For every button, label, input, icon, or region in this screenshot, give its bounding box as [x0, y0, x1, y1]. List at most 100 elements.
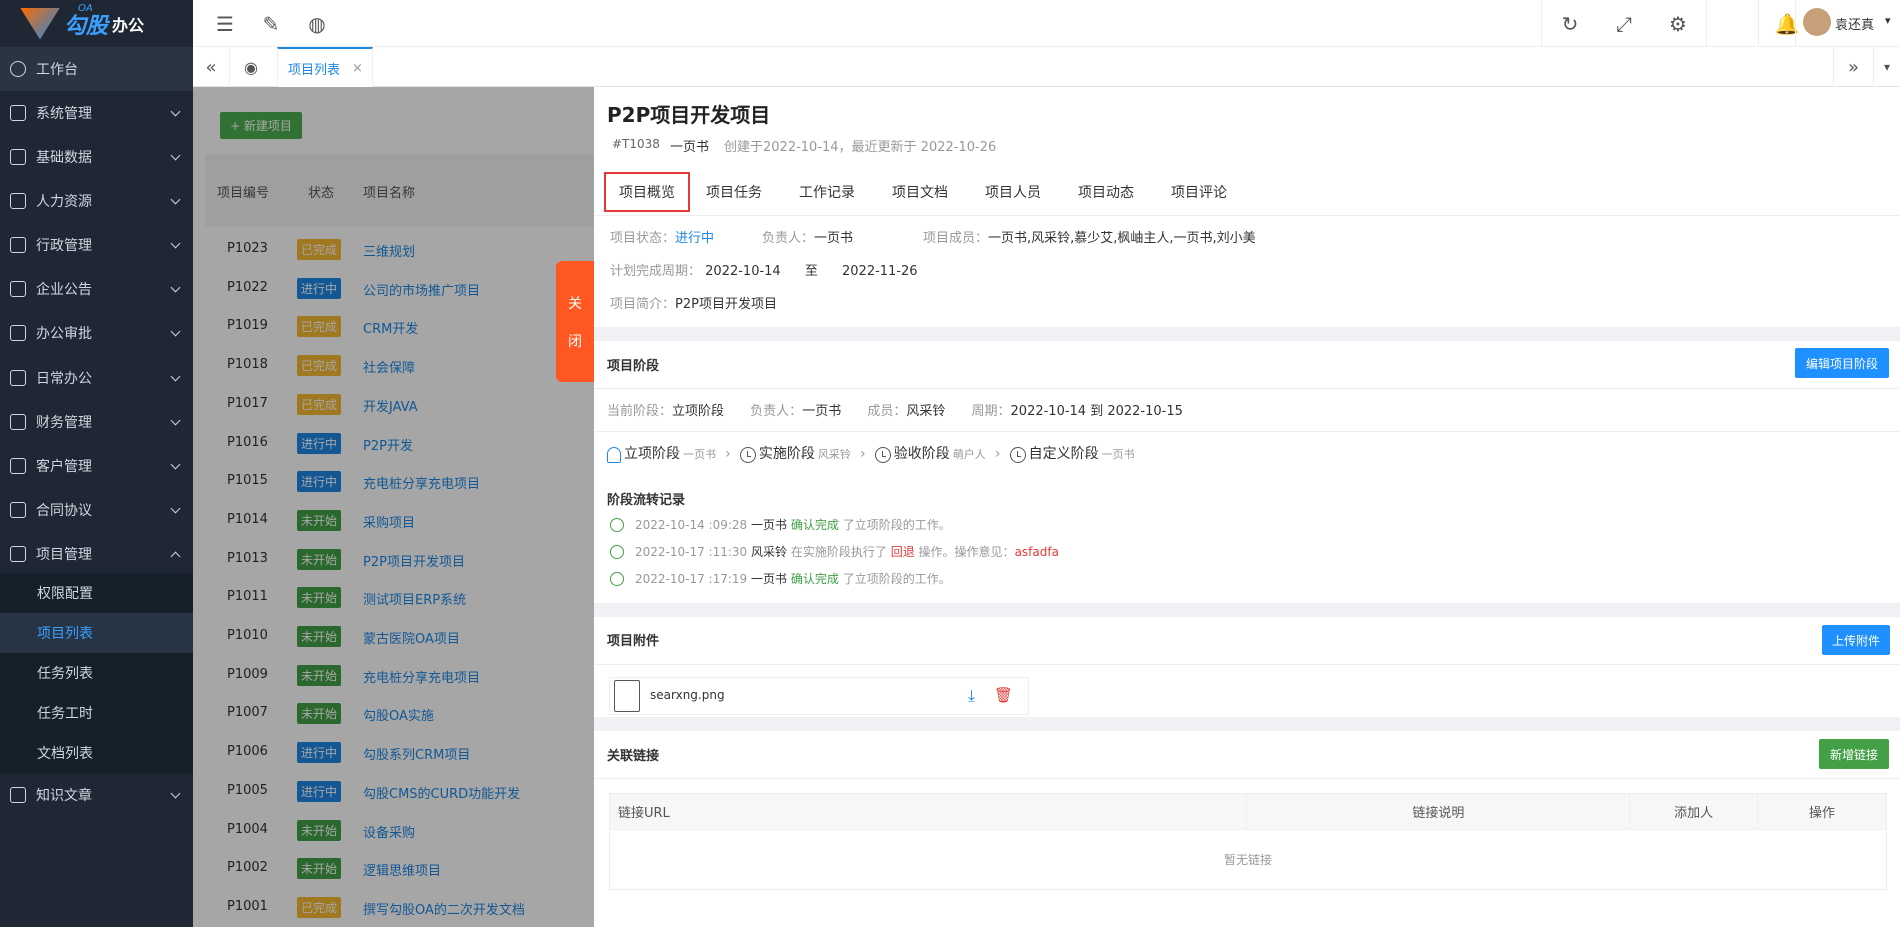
stage-step-name[interactable]: 自定义阶段: [1029, 446, 1099, 462]
sidebar-subitem[interactable]: 文档列表: [0, 733, 193, 773]
clock-icon: [739, 446, 756, 463]
menu-icon: [10, 370, 26, 386]
app-logo[interactable]: OA 勾股 办公: [0, 0, 193, 47]
home-icon[interactable]: ◉: [230, 47, 272, 87]
dashboard-icon: [10, 61, 26, 77]
sidebar-item[interactable]: 财务管理: [0, 400, 193, 444]
stage-step-name[interactable]: 实施阶段: [759, 446, 815, 462]
chevron-right-icon: ›: [994, 446, 1001, 462]
logo-mark-icon: [20, 7, 60, 40]
menu-icon: [10, 546, 26, 562]
tab-activity[interactable]: 项目动态: [1078, 172, 1134, 212]
globe-icon[interactable]: ◍: [299, 0, 335, 47]
edit-stage-button[interactable]: 编辑项目阶段: [1795, 348, 1889, 378]
chevron-down-icon: [170, 788, 181, 799]
close-drawer-button[interactable]: 关 闭: [556, 261, 594, 382]
chevron-down-icon: [170, 194, 181, 205]
avatar[interactable]: [1803, 8, 1831, 36]
flow-dot-icon: [610, 572, 624, 586]
menu-icon: [10, 193, 26, 209]
flow-dot-icon: [610, 518, 624, 532]
user-icon: [607, 446, 621, 463]
sidebar-subitem[interactable]: 任务列表: [0, 653, 193, 693]
file-icon: [614, 680, 640, 712]
menu-icon: [10, 414, 26, 430]
sidebar-item[interactable]: 日常办公: [0, 356, 193, 400]
sidebar-item[interactable]: 合同协议: [0, 488, 193, 532]
overview-leader-value: 一页书: [814, 231, 854, 246]
chevron-down-icon: [170, 503, 181, 514]
sidebar-item[interactable]: 办公审批: [0, 311, 193, 355]
chevron-down-icon: [170, 459, 181, 470]
user-name[interactable]: 袁还真: [1835, 14, 1874, 33]
menu-icon: [10, 458, 26, 474]
menu-toggle-icon[interactable]: ☰: [207, 0, 243, 47]
sidebar-subitem[interactable]: 任务工时: [0, 693, 193, 733]
tabs-menu-chevron-icon[interactable]: ▾: [1873, 47, 1900, 87]
overlay-mask[interactable]: [193, 87, 594, 927]
close-icon[interactable]: ×: [352, 61, 363, 76]
sidebar-item[interactable]: 企业公告: [0, 267, 193, 311]
sidebar-item-workbench[interactable]: 工作台: [0, 47, 193, 91]
sidebar: OA 勾股 办公 工作台 系统管理 基础数据人力资源行政管理 企业公告 办公审批日常办…: [0, 0, 193, 927]
sidebar-item-label: 工作台: [36, 62, 78, 78]
flow-dot-icon: [610, 545, 624, 559]
sidebar-subitem[interactable]: 权限配置: [0, 573, 193, 613]
settings-gear-icon[interactable]: ⚙: [1652, 0, 1704, 47]
tab-comments[interactable]: 项目评论: [1171, 172, 1227, 212]
links-header-desc: 链接说明: [1246, 793, 1631, 830]
chevron-down-icon: [170, 282, 181, 293]
sidebar-item[interactable]: 知识文章: [0, 773, 193, 817]
download-icon[interactable]: ⤓: [968, 686, 975, 706]
sidebar-item[interactable]: 基础数据: [0, 135, 193, 179]
overview-status-row: 项目状态：进行中: [610, 231, 715, 246]
tab-documents[interactable]: 项目文档: [892, 172, 948, 212]
logo-suffix: 办公: [112, 15, 145, 35]
flow-title: 阶段流转记录: [607, 493, 686, 508]
tabs-scroll-left-icon[interactable]: «: [193, 47, 230, 87]
stage-steps: 立项阶段 一页书 › 实施阶段 风采铃 › 验收阶段 萌户人 › 自定义阶段 一页书: [607, 443, 1135, 463]
tab-members[interactable]: 项目人员: [985, 172, 1041, 212]
sidebar-item[interactable]: 人力资源: [0, 179, 193, 223]
project-tabs: 项目概览 项目任务 工作记录 项目文档 项目人员 项目动态 项目评论: [594, 170, 1900, 212]
overview-members-value: 一页书,风采铃,慕少艾,枫岫主人,一页书,刘小美: [988, 231, 1256, 246]
sidebar-item[interactable]: 行政管理: [0, 223, 193, 267]
sidebar-item-label: 日常办公: [36, 371, 92, 387]
stage-step-name[interactable]: 立项阶段: [624, 446, 680, 462]
clock-icon: [874, 446, 891, 463]
attachment-file-name[interactable]: searxng.png: [650, 688, 725, 702]
sidebar-item-label: 人力资源: [36, 194, 92, 210]
tab-project-list[interactable]: 项目列表 ×: [277, 47, 373, 87]
tab-worklog[interactable]: 工作记录: [799, 172, 855, 212]
sidebar-item[interactable]: 客户管理: [0, 444, 193, 488]
flow-record: 2022-10-17 :11:30 风采铃 在实施阶段执行了 回退 操作。操作意…: [635, 545, 1059, 559]
chevron-up-icon: [170, 551, 181, 562]
links-header-url: 链接URL: [608, 793, 1248, 830]
tab-bar: « ◉ 项目列表 × » ▾: [193, 47, 1900, 87]
chevron-right-icon: ›: [725, 446, 731, 462]
chevron-down-icon: [170, 238, 181, 249]
tab-tasks[interactable]: 项目任务: [706, 172, 762, 212]
refresh-icon[interactable]: ↻: [1544, 0, 1596, 47]
add-link-button[interactable]: 新增链接: [1819, 739, 1889, 769]
tab-overview[interactable]: 项目概览: [604, 172, 690, 212]
stage-title: 项目阶段: [607, 359, 660, 374]
project-detail-drawer: P2P项目开发项目 #T1038 一页书 创建于2022-10-14，最近更新于…: [594, 87, 1900, 927]
stage-step-name[interactable]: 验收阶段: [894, 446, 950, 462]
tabs-scroll-right-icon[interactable]: »: [1833, 47, 1873, 87]
chevron-down-icon[interactable]: ▾: [1885, 14, 1891, 27]
sidebar-subitem[interactable]: 项目列表: [0, 613, 193, 653]
attachments-title: 项目附件: [607, 634, 660, 649]
clean-cache-icon[interactable]: ✎: [253, 0, 289, 47]
project-created: 创建于2022-10-14，最近更新于 2022-10-26: [724, 140, 997, 155]
sidebar-item[interactable]: 系统管理: [0, 91, 193, 135]
sidebar-item-label: 客户管理: [36, 459, 92, 475]
menu-icon: [10, 502, 26, 518]
upload-attachment-button[interactable]: 上传附件: [1822, 625, 1890, 655]
fullscreen-icon[interactable]: ⤢: [1598, 0, 1650, 47]
sidebar-item[interactable]: 项目管理: [0, 532, 193, 576]
attachment-item[interactable]: searxng.png ⤓ 🗑: [609, 677, 1029, 715]
delete-icon[interactable]: 🗑: [994, 686, 1013, 704]
clock-icon: [1009, 446, 1026, 463]
overview-status-value: 进行中: [675, 231, 715, 246]
